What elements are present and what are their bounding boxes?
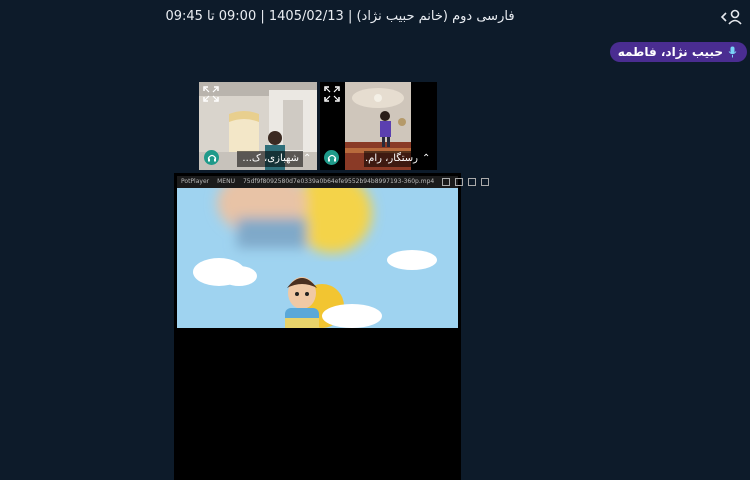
close-icon[interactable]: [481, 178, 490, 186]
expand-icon[interactable]: [203, 86, 219, 102]
pin-icon[interactable]: [442, 178, 451, 186]
headset-icon: [324, 150, 339, 165]
mic-icon: [728, 46, 737, 58]
user-back-icon: [720, 9, 742, 25]
player-app-name: PotPlayer: [181, 178, 210, 185]
video-frame: [177, 188, 458, 328]
participant-tile[interactable]: رستگار، رام... ⌃: [320, 82, 437, 170]
participant-tile[interactable]: شهبازی، ک... ⌃: [199, 82, 317, 170]
minimize-icon[interactable]: [455, 178, 464, 186]
active-speaker-name: حبیب نژاد، فاطمه: [617, 45, 723, 59]
user-menu-button[interactable]: [720, 6, 744, 28]
expand-icon[interactable]: [324, 86, 340, 102]
maximize-icon[interactable]: [468, 178, 477, 186]
player-file-name: 75df9f8092580d7e0339a0b64efe9552b94b8997…: [242, 178, 435, 185]
page-title: فارسی دوم (خانم حبیب نژاد) | 1405/02/13 …: [165, 9, 515, 24]
media-player-titlebar: PotPlayer MENU 75df9f8092580d7e0339a0b64…: [177, 176, 490, 188]
participant-name: رستگار، رام...: [364, 151, 422, 167]
headset-icon: [204, 150, 219, 165]
player-menu[interactable]: MENU: [217, 176, 235, 188]
screen-share[interactable]: PotPlayer MENU 75df9f8092580d7e0339a0b64…: [174, 173, 490, 480]
participant-name: شهبازی، ک...: [237, 151, 303, 167]
chevron-up-icon[interactable]: ⌃: [303, 153, 311, 164]
chevron-up-icon[interactable]: ⌃: [422, 153, 430, 164]
active-speaker-badge: حبیب نژاد، فاطمه: [609, 42, 747, 62]
